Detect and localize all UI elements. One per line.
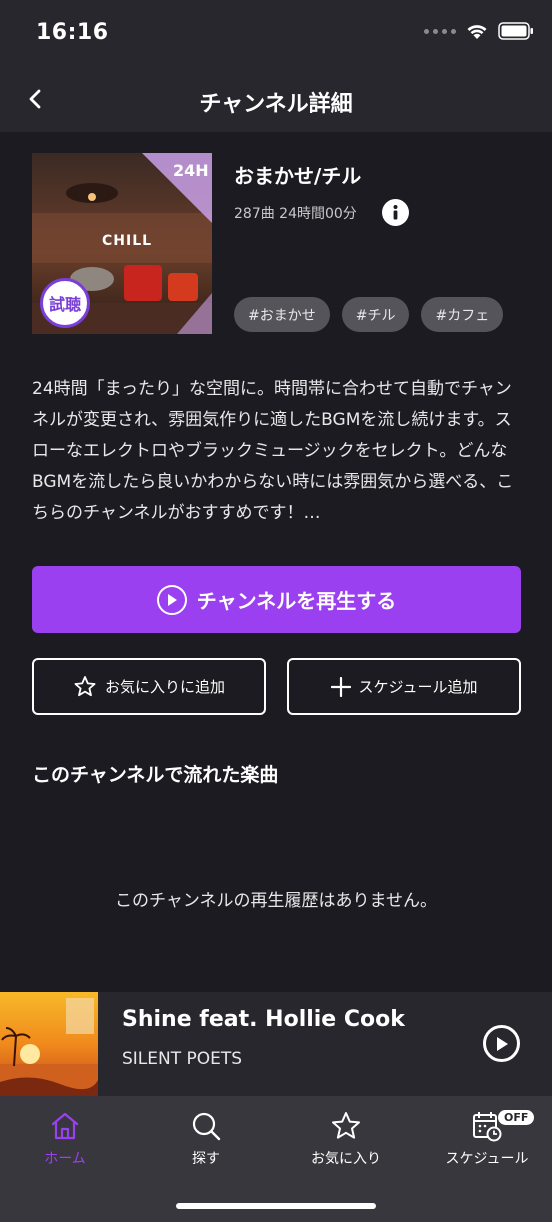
tab-home[interactable]: ホーム bbox=[0, 1110, 130, 1168]
battery-icon bbox=[498, 22, 533, 40]
tag-chip[interactable]: #おまかせ bbox=[234, 297, 330, 332]
home-indicator bbox=[176, 1203, 376, 1209]
page-title: チャンネル詳細 bbox=[199, 92, 353, 117]
tab-label: 探す bbox=[192, 1151, 220, 1167]
channel-description[interactable]: 24時間「まったり」な空間に。時間帯に合わせて自動でチャンネルが変更され、雰囲気… bbox=[32, 374, 522, 529]
mini-play-button[interactable] bbox=[483, 1025, 520, 1062]
search-icon bbox=[192, 1112, 221, 1141]
tab-label: スケジュール bbox=[445, 1151, 529, 1167]
trial-badge[interactable]: 試聴 bbox=[40, 278, 90, 328]
artwork-badge-text: 24H bbox=[173, 161, 209, 180]
now-playing-artist: SILENT POETS bbox=[122, 1049, 243, 1069]
history-section-title: このチャンネルで流れた楽曲 bbox=[32, 764, 279, 786]
now-playing-artwork bbox=[0, 992, 98, 1096]
play-channel-button[interactable]: チャンネルを再生する bbox=[32, 566, 521, 633]
wifi-icon bbox=[467, 24, 487, 39]
star-icon bbox=[332, 1112, 360, 1139]
tag-chip[interactable]: #カフェ bbox=[421, 297, 504, 332]
plus-icon bbox=[330, 676, 351, 697]
tab-favorites[interactable]: お気に入り bbox=[281, 1110, 411, 1168]
artwork-title-text: CHILL bbox=[102, 233, 153, 249]
channel-name: おまかせ/チル bbox=[234, 164, 362, 188]
tag-list: #おまかせ #チル #カフェ bbox=[234, 297, 504, 332]
history-empty-message: このチャンネルの再生履歴はありません。 bbox=[115, 891, 437, 911]
status-icons bbox=[424, 22, 534, 40]
status-time: 16:16 bbox=[36, 20, 109, 45]
play-channel-label: チャンネルを再生する bbox=[196, 589, 397, 613]
tab-label: お気に入り bbox=[311, 1151, 381, 1167]
tab-search[interactable]: 探す bbox=[141, 1110, 271, 1168]
now-playing-title: Shine feat. Hollie Cook bbox=[122, 1007, 405, 1032]
signal-icon bbox=[424, 28, 456, 34]
schedule-off-badge: OFF bbox=[498, 1110, 535, 1125]
nav-bar: チャンネル詳細 bbox=[0, 66, 552, 132]
home-icon bbox=[51, 1112, 79, 1140]
star-icon bbox=[74, 676, 96, 697]
add-favorite-label: お気に入りに追加 bbox=[104, 678, 225, 696]
channel-meta: 287曲 24時間00分 bbox=[234, 206, 357, 222]
info-icon[interactable] bbox=[382, 199, 409, 226]
tab-schedule[interactable]: OFF スケジュール bbox=[422, 1110, 552, 1168]
tag-chip[interactable]: #チル bbox=[341, 297, 410, 332]
play-circle-icon bbox=[156, 584, 187, 615]
add-favorite-button[interactable]: お気に入りに追加 bbox=[32, 658, 266, 715]
status-bar: 16:16 bbox=[0, 0, 552, 66]
add-schedule-button[interactable]: スケジュール追加 bbox=[287, 658, 521, 715]
play-icon bbox=[496, 1036, 508, 1051]
tab-label: ホーム bbox=[44, 1151, 86, 1167]
mini-player[interactable]: Shine feat. Hollie Cook SILENT POETS bbox=[0, 992, 552, 1096]
add-schedule-label: スケジュール追加 bbox=[358, 678, 478, 696]
